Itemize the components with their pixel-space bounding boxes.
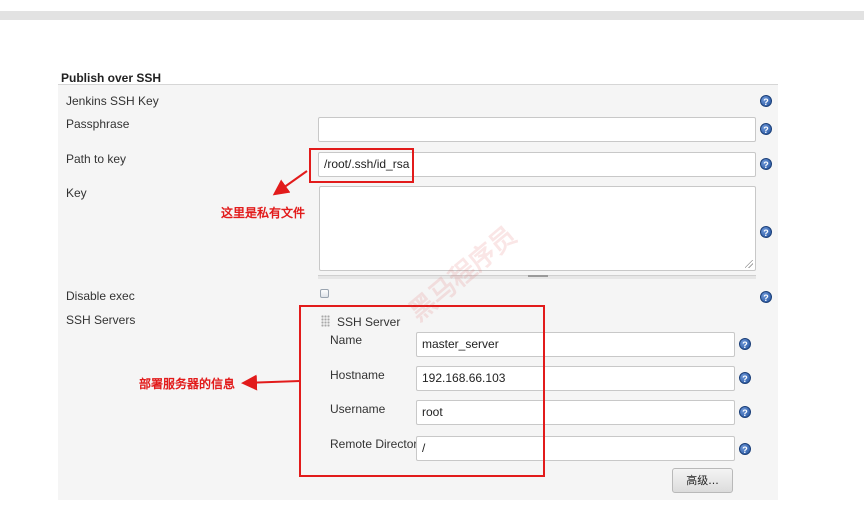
username-help-icon[interactable]: ? — [739, 406, 751, 418]
resize-grip-icon[interactable] — [745, 260, 753, 268]
top-bar — [0, 11, 864, 20]
key-label: Key — [66, 186, 87, 200]
hostname-help-icon[interactable]: ? — [739, 372, 751, 384]
section-title: Publish over SSH — [61, 71, 162, 85]
key-textarea[interactable] — [319, 186, 756, 271]
server-info-annotation: 部署服务器的信息 — [139, 377, 236, 391]
passphrase-label: Passphrase — [66, 117, 130, 131]
disable-exec-checkbox[interactable] — [320, 289, 329, 298]
advanced-button[interactable]: 高级... — [672, 468, 733, 493]
path-to-key-help-icon[interactable]: ? — [760, 158, 772, 170]
disable-exec-help-icon[interactable]: ? — [760, 291, 772, 303]
server-info-highlight — [299, 305, 545, 477]
passphrase-help-icon[interactable]: ? — [760, 123, 772, 135]
jenkins-ssh-key-label: Jenkins SSH Key — [66, 94, 159, 108]
key-help-icon[interactable]: ? — [760, 226, 772, 238]
path-to-key-highlight — [309, 148, 414, 183]
disable-exec-label: Disable exec — [66, 289, 135, 303]
jenkins-ssh-key-help-icon[interactable]: ? — [760, 95, 772, 107]
server-name-help-icon[interactable]: ? — [739, 338, 751, 350]
splitter-handle-icon[interactable] — [528, 275, 548, 277]
remote-directory-help-icon[interactable]: ? — [739, 443, 751, 455]
path-to-key-label: Path to key — [66, 152, 127, 166]
passphrase-input[interactable] — [318, 117, 756, 142]
ssh-servers-label: SSH Servers — [66, 313, 136, 327]
private-key-annotation: 这里是私有文件 — [221, 206, 306, 220]
